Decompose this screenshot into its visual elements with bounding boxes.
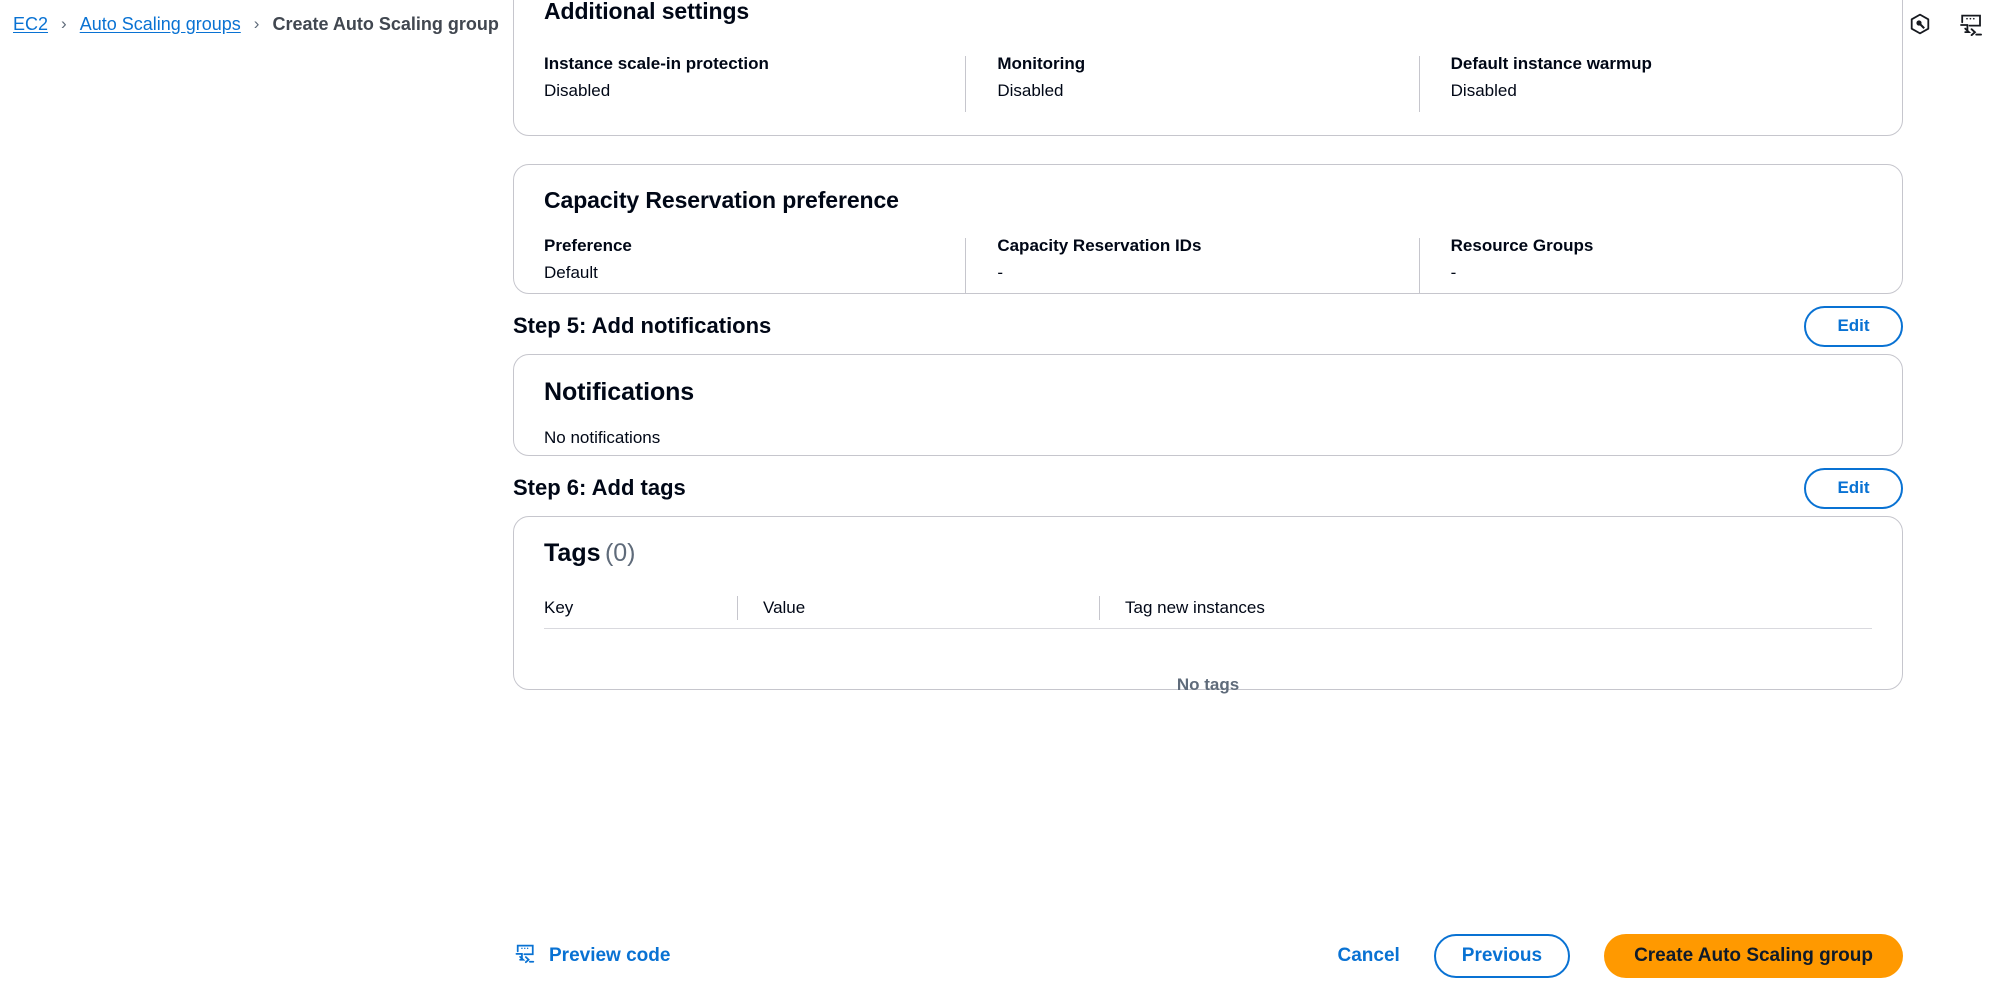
preview-code-label: Preview code [549,945,671,966]
additional-settings-card: Additional settings Instance scale-in pr… [513,0,1903,136]
tags-card: Tags (0) Key Value Tag new instances No … [513,516,1903,694]
attribute-default-instance-warmup: Default instance warmup Disabled [1418,54,1872,112]
capacity-reservation-title: Capacity Reservation preference [544,187,899,213]
tags-table-header: Key Value Tag new instances [544,587,1872,629]
wizard-footer: Preview code Cancel Previous Create Auto… [513,926,1903,986]
attribute-value: Disabled [1450,81,1517,100]
capacity-reservation-grid: Preference Default Capacity Reservation … [544,236,1872,294]
notifications-title: Notifications [544,378,695,406]
breadcrumb-item-ec2[interactable]: EC2 [13,14,48,35]
code-terminal-icon [513,942,536,970]
step5-title: Step 5: Add notifications [513,313,772,338]
attribute-instance-scale-in-protection: Instance scale-in protection Disabled [544,54,965,101]
attribute-value: - [1450,263,1457,282]
tags-title: Tags (0) [544,539,1872,568]
additional-settings-grid: Instance scale-in protection Disabled Mo… [544,54,1872,112]
step5-header: Step 5: Add notifications Edit [513,304,1903,348]
cloudshell-terminal-icon[interactable] [1958,12,1984,36]
column-header-key[interactable]: Key [544,587,737,628]
step6-header: Step 6: Add tags Edit [513,466,1903,510]
create-auto-scaling-group-button[interactable]: Create Auto Scaling group [1604,934,1903,978]
tags-empty-text: No tags [1176,675,1240,694]
tags-count: (0) [604,539,636,567]
attribute-label: Instance scale-in protection [544,54,769,73]
cancel-button[interactable]: Cancel [1337,945,1399,967]
attribute-value: Disabled [544,81,611,100]
attribute-monitoring: Monitoring Disabled [965,54,1418,112]
additional-settings-title: Additional settings [544,0,750,24]
column-header-tag-new-instances[interactable]: Tag new instances [1099,587,1872,628]
attribute-label: Preference [544,236,632,255]
step6-title: Step 6: Add tags [513,475,686,500]
breadcrumb: EC2 › Auto Scaling groups › Create Auto … [0,14,499,35]
attribute-preference: Preference Default [544,236,965,283]
settings-hexagon-icon[interactable] [1908,12,1932,36]
breadcrumb-separator-icon: › [61,14,67,33]
tags-title-text: Tags [544,539,601,567]
breadcrumb-item-current: Create Auto Scaling group [272,13,499,34]
attribute-label: Monitoring [997,54,1086,73]
step6-edit-button[interactable]: Edit [1804,467,1903,509]
notifications-empty-text: No notifications [544,428,661,447]
previous-button[interactable]: Previous [1433,934,1571,978]
notifications-card: Notifications No notifications [513,354,1903,456]
footer-actions: Cancel Previous Create Auto Scaling grou… [1337,934,1903,978]
attribute-value: Disabled [997,81,1064,100]
attribute-label: Resource Groups [1450,236,1594,255]
attribute-value: Default [544,263,598,282]
attribute-resource-groups: Resource Groups - [1418,236,1872,294]
step5-edit-button[interactable]: Edit [1804,305,1903,347]
capacity-reservation-card: Capacity Reservation preference Preferen… [513,164,1903,294]
breadcrumb-item-auto-scaling-groups[interactable]: Auto Scaling groups [80,14,241,35]
attribute-value: - [997,263,1003,282]
preview-code-link[interactable]: Preview code [513,942,670,970]
attribute-label: Default instance warmup [1450,54,1652,73]
breadcrumb-separator-icon: › [253,14,260,33]
attribute-label: Capacity Reservation IDs [997,236,1202,255]
attribute-capacity-reservation-ids: Capacity Reservation IDs - [965,236,1418,294]
column-header-value[interactable]: Value [737,587,1099,628]
